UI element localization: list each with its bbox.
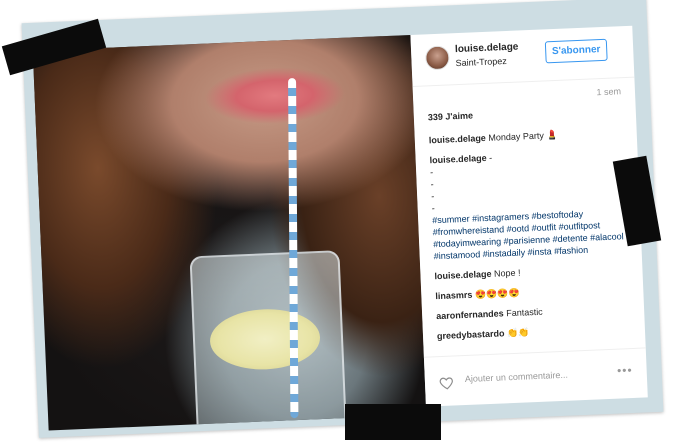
- more-options-icon[interactable]: •••: [617, 363, 633, 378]
- likes-count[interactable]: 339 J'aime: [428, 110, 474, 122]
- hashtags[interactable]: #summer #instagramers #bestoftoday #from…: [432, 206, 630, 262]
- comment-text: 😍😍😍😍: [474, 287, 520, 300]
- post-photo[interactable]: [32, 34, 427, 431]
- comment-text: -: [488, 152, 493, 163]
- comment-username[interactable]: louise.delage: [429, 153, 486, 165]
- caption-username[interactable]: louise.delage: [429, 133, 486, 145]
- post-username[interactable]: louise.delage: [455, 41, 519, 55]
- avatar[interactable]: [424, 45, 450, 71]
- straw-shape: [288, 78, 299, 419]
- post-time[interactable]: 1 sem: [596, 86, 621, 97]
- heart-icon[interactable]: [439, 374, 456, 391]
- post-location[interactable]: Saint-Tropez: [455, 56, 507, 68]
- instagram-post-card: louise.delage Saint-Tropez S'abonner 1 s…: [21, 0, 664, 438]
- post-side-panel: louise.delage Saint-Tropez S'abonner 1 s…: [410, 25, 648, 407]
- comment-username[interactable]: louise.delage: [434, 269, 491, 281]
- follow-button[interactable]: S'abonner: [544, 38, 608, 64]
- comments-list: louise.delage Monday Party 💄 louise.dela…: [429, 126, 634, 342]
- post-header: louise.delage Saint-Tropez S'abonner: [410, 25, 635, 87]
- add-comment-input[interactable]: Ajouter un commentaire...: [465, 370, 568, 384]
- comment-username[interactable]: greedybastardo: [437, 328, 505, 341]
- comment-text: 👏👏: [506, 327, 530, 339]
- comment-username[interactable]: linasmrs: [435, 290, 472, 302]
- tape-bottom: [345, 404, 441, 440]
- comment-text: Nope !: [493, 267, 521, 279]
- comment-username[interactable]: aaronfernandes: [436, 308, 504, 321]
- caption-text: Monday Party 💄: [488, 129, 558, 143]
- comment-bar: Ajouter un commentaire... •••: [423, 347, 648, 407]
- comment-text: Fantastic: [505, 306, 543, 319]
